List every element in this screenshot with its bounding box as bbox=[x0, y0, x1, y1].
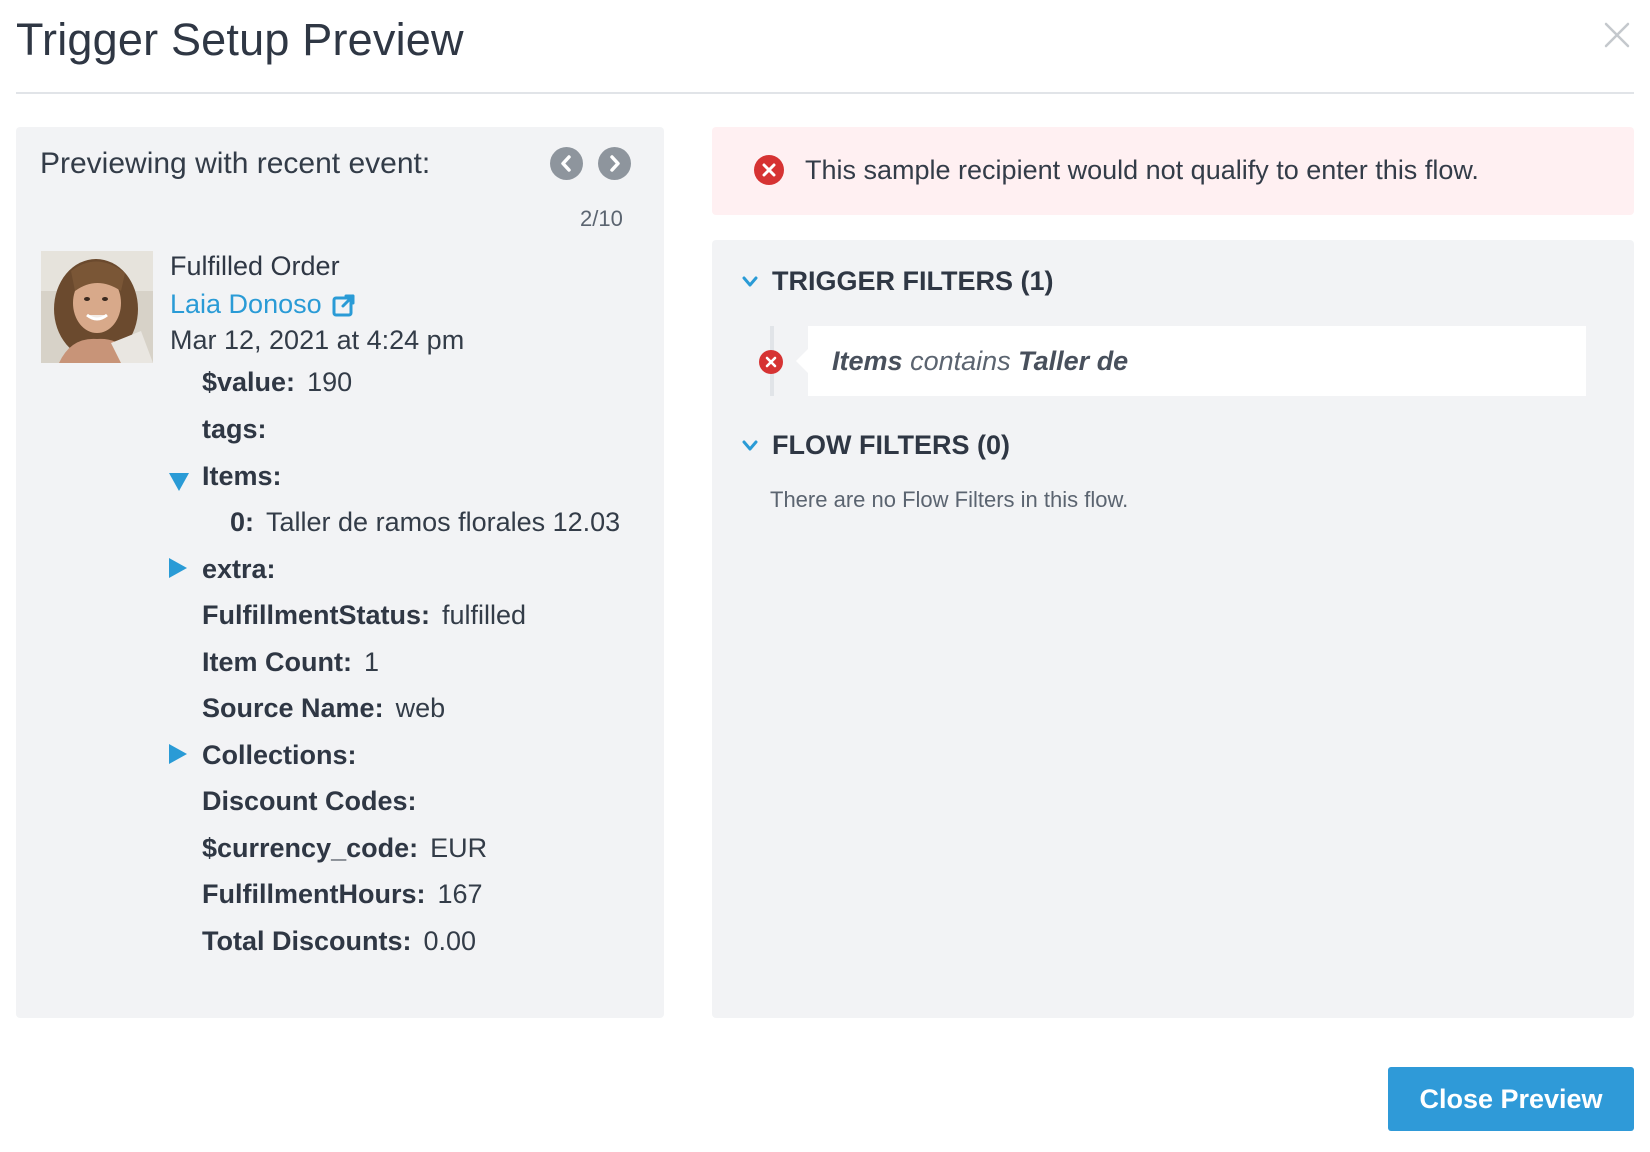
property-currency-code: $currency_code: EUR bbox=[202, 833, 488, 863]
expand-triangle-icon[interactable] bbox=[168, 743, 188, 765]
collapse-triangle-icon[interactable] bbox=[168, 472, 190, 492]
person-name: Laia Donoso bbox=[170, 289, 322, 319]
flow-filters-heading: FLOW FILTERS (0) bbox=[772, 430, 1010, 460]
property-item-count: Item Count: 1 bbox=[202, 647, 380, 677]
header-divider bbox=[16, 92, 1634, 94]
property-total-discounts: Total Discounts: 0.00 bbox=[202, 926, 477, 956]
close-preview-button[interactable]: Close Preview bbox=[1388, 1067, 1634, 1131]
next-event-button[interactable] bbox=[598, 147, 631, 180]
filter-condition-text: Items contains Taller de bbox=[832, 346, 1128, 377]
property-value: $value: 190 bbox=[202, 367, 353, 397]
property-fulfillment-hours: FulfillmentHours: 167 bbox=[202, 879, 483, 909]
chevron-right-icon bbox=[610, 155, 620, 172]
chevron-down-icon bbox=[742, 440, 758, 450]
filters-panel: TRIGGER FILTERS (1) Items contains Talle… bbox=[712, 240, 1634, 1018]
not-qualified-alert: This sample recipient would not qualify … bbox=[712, 127, 1634, 215]
external-link-icon bbox=[332, 294, 355, 316]
property-source-name: Source Name: web bbox=[202, 693, 446, 723]
event-name: Fulfilled Order bbox=[170, 251, 340, 281]
event-date: Mar 12, 2021 at 4:24 pm bbox=[170, 325, 465, 355]
property-tags: tags: bbox=[202, 414, 267, 444]
chevron-down-icon bbox=[742, 276, 758, 286]
page-counter: 2/10 bbox=[580, 206, 623, 231]
modal-title: Trigger Setup Preview bbox=[16, 14, 464, 65]
property-collections[interactable]: Collections: bbox=[202, 740, 369, 771]
property-item-0: 0: Taller de ramos florales 12.03 bbox=[230, 507, 621, 537]
expand-triangle-icon[interactable] bbox=[168, 557, 188, 579]
filter-value: Taller de bbox=[1018, 346, 1129, 376]
filter-error-icon bbox=[759, 350, 783, 374]
alert-text: This sample recipient would not qualify … bbox=[805, 155, 1479, 185]
chevron-left-icon bbox=[561, 155, 571, 172]
flow-filters-toggle[interactable]: FLOW FILTERS (0) bbox=[742, 430, 1010, 461]
no-flow-filters-text: There are no Flow Filters in this flow. bbox=[770, 487, 1129, 512]
trigger-filters-toggle[interactable]: TRIGGER FILTERS (1) bbox=[742, 266, 1054, 297]
event-preview-panel: Previewing with recent event: 2/10 Fulfi… bbox=[16, 127, 664, 1018]
property-items[interactable]: Items: bbox=[202, 461, 294, 492]
filter-field: Items bbox=[832, 346, 903, 376]
property-fulfillment-status: FulfillmentStatus: fulfilled bbox=[202, 600, 527, 630]
property-extra[interactable]: extra: bbox=[202, 554, 288, 585]
trigger-filter-condition: Items contains Taller de bbox=[796, 326, 1586, 396]
person-profile-link[interactable]: Laia Donoso bbox=[170, 289, 356, 320]
trigger-filters-heading: TRIGGER FILTERS (1) bbox=[772, 266, 1054, 296]
property-discount-codes: Discount Codes: bbox=[202, 786, 417, 816]
close-icon[interactable] bbox=[1602, 20, 1632, 50]
preview-label: Previewing with recent event: bbox=[40, 147, 431, 180]
error-circle-icon bbox=[754, 155, 784, 185]
avatar bbox=[41, 251, 153, 363]
filter-operator: contains bbox=[910, 346, 1011, 376]
previous-event-button[interactable] bbox=[550, 147, 583, 180]
